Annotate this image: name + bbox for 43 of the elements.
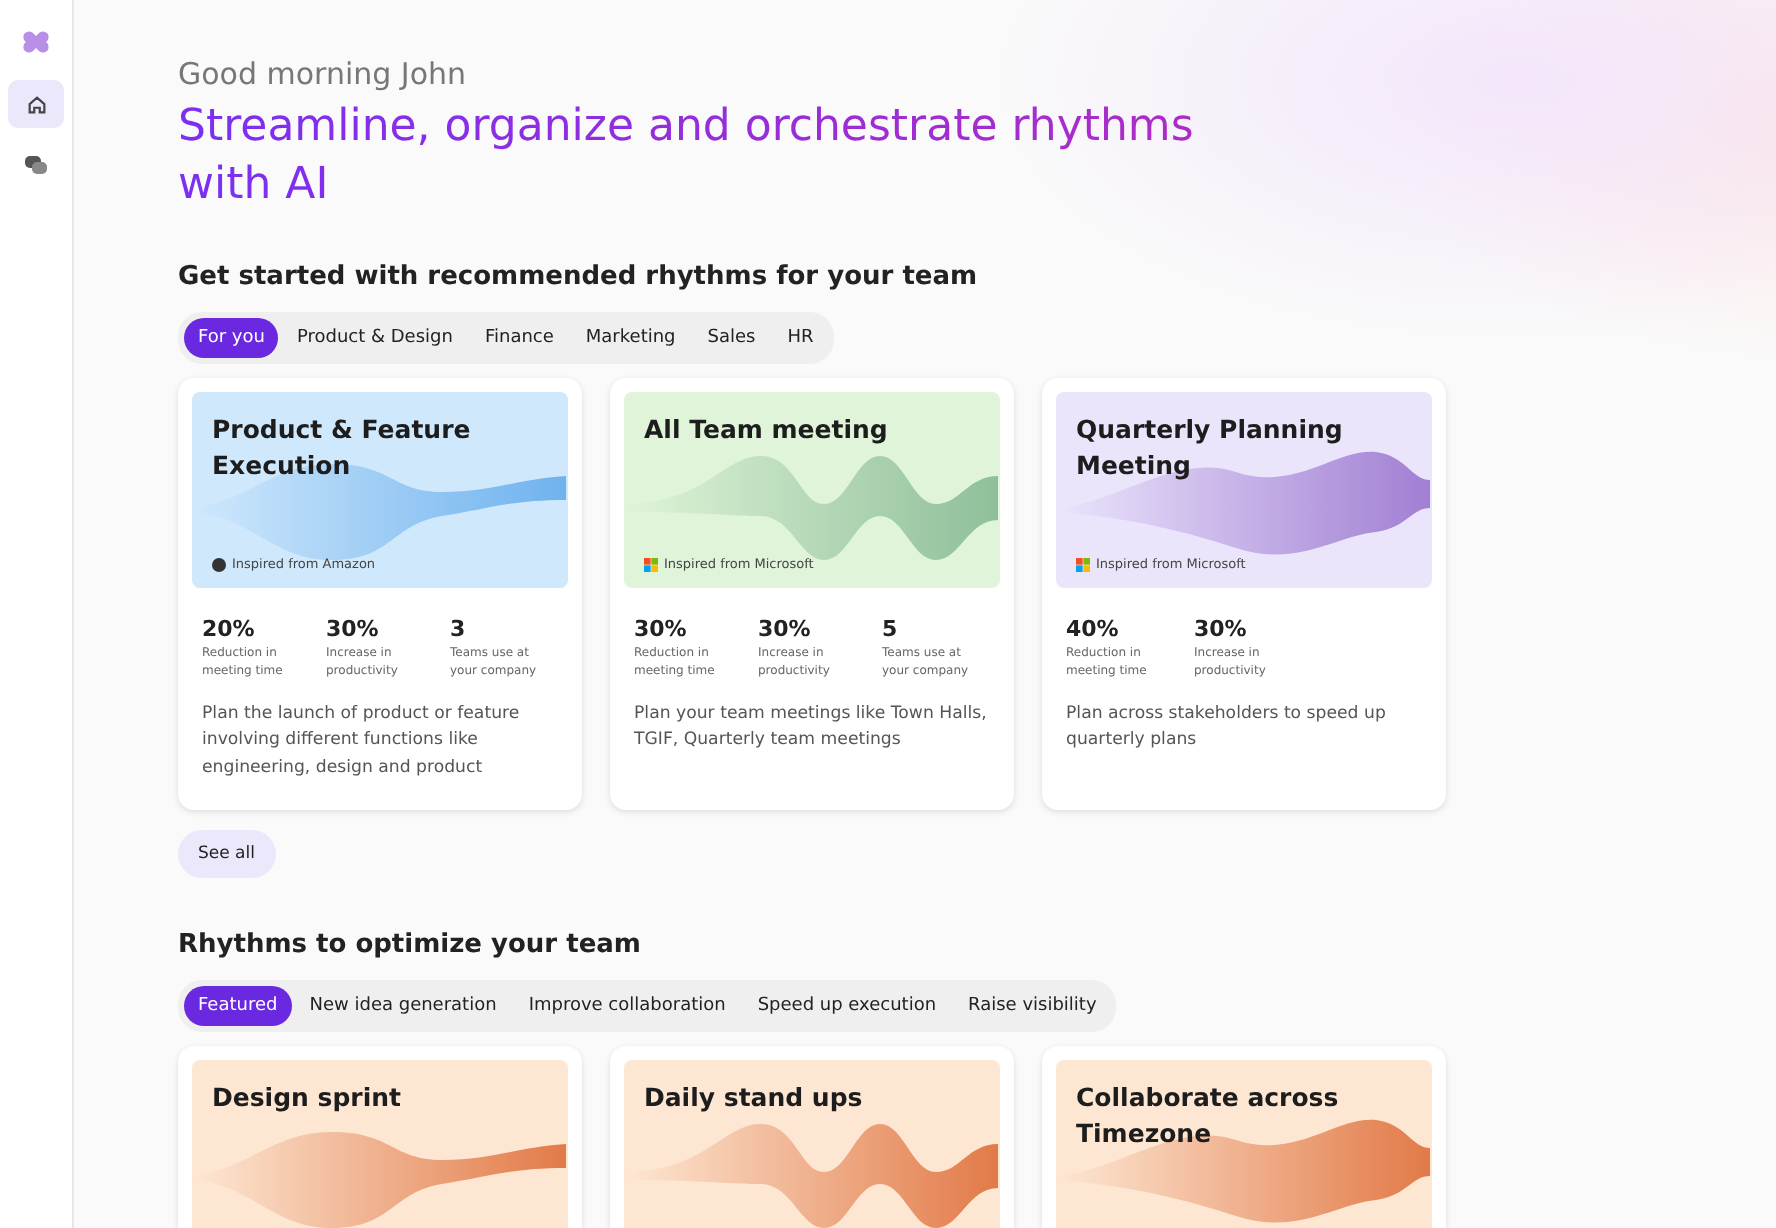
card-title: Collaborate across Timezone [1076, 1080, 1341, 1153]
stat-value: 20% [202, 616, 257, 643]
stat-value: 5 [882, 616, 900, 643]
stat-value: 30% [326, 616, 381, 643]
filter-tab[interactable]: For you [184, 318, 279, 359]
stat-value: 40% [1066, 616, 1121, 643]
four-squares-icon [644, 557, 658, 572]
stat-value: 3 [450, 616, 468, 643]
chat-bubbles-icon [24, 153, 48, 175]
circle-logo-icon [212, 557, 226, 572]
filter-tab[interactable]: Raise visibility [954, 986, 1111, 1027]
filter-tab[interactable]: Improve collaboration [514, 986, 740, 1027]
rhythm-card[interactable] [178, 378, 582, 811]
filter-tab[interactable]: New idea generation [295, 986, 511, 1027]
filter-tab[interactable]: Marketing [571, 318, 690, 359]
card-description: Plan your team meetings like Town Halls, TGIF, Quarterly team meetings [632, 701, 989, 755]
home-icon [25, 93, 47, 115]
filter-tab[interactable]: Speed up execution [743, 986, 951, 1027]
rhythm-card[interactable]: Design sprint [178, 1046, 582, 1228]
card-title: Design sprint [212, 1080, 403, 1117]
card-title: Product & Feature Execution [212, 412, 473, 485]
nav-button[interactable] [8, 80, 64, 128]
filter-tab[interactable]: Featured [184, 986, 292, 1027]
card-title: All Team meeting [644, 412, 890, 449]
stat-value: 30% [758, 616, 813, 643]
see-all-button[interactable]: See all [178, 830, 275, 879]
section-title: Rhythms to optimize your team [178, 930, 643, 961]
app-logo-icon [22, 28, 50, 56]
four-squares-icon [1076, 557, 1090, 572]
filter-tab[interactable]: Finance [470, 318, 568, 359]
stat-value: 30% [634, 616, 689, 643]
rhythm-card[interactable]: Collaborate across Timezone [1042, 1046, 1446, 1228]
rhythm-card[interactable]: Daily stand ups [610, 1046, 1014, 1228]
filter-tab[interactable]: Product & Design [282, 318, 467, 359]
section-title: Get started with recommended rhythms for your team [178, 262, 980, 293]
card-title: Daily stand ups [644, 1080, 865, 1117]
filter-tab[interactable]: Sales [693, 318, 770, 359]
card-title: Quarterly Planning Meeting [1076, 412, 1345, 485]
card-description: Plan the launch of product or feature involving different functions like engineering, design and product [200, 701, 522, 783]
card-description: Plan across stakeholders to speed up quarterly plans [1064, 701, 1388, 755]
greeting: Good morning John [178, 56, 469, 92]
stat-value: 30% [1194, 616, 1249, 643]
filter-tab[interactable]: HR [773, 318, 828, 359]
